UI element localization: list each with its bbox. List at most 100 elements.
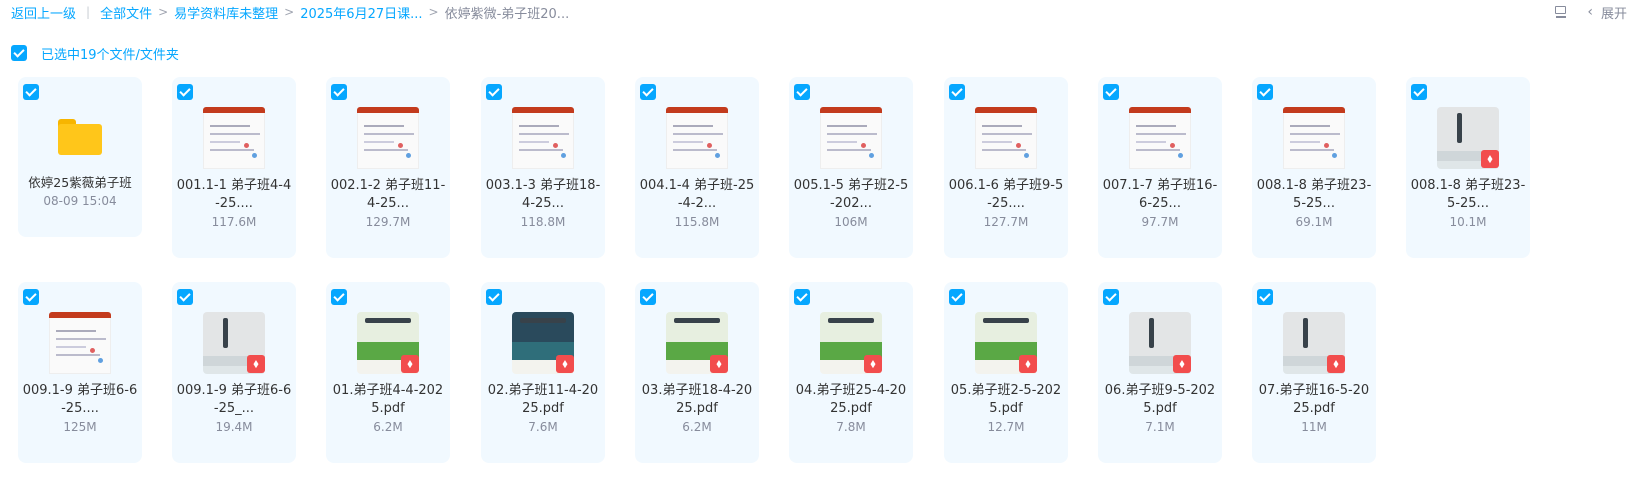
file-card[interactable]: 005.1-5 弟子班2-5-202... 106M [789,77,913,258]
file-card[interactable]: 002.1-2 弟子班11-4-25... 129.7M [326,77,450,258]
file-checkbox[interactable] [486,289,502,305]
file-name: 04.弟子班25-4-2025.pdf [795,383,907,416]
file-card[interactable]: ⬧ 02.弟子班11-4-2025.pdf 7.6M [481,282,605,463]
ppt-thumbnail [1129,107,1191,169]
file-checkbox[interactable] [23,289,39,305]
ppt-thumbnail [512,107,574,169]
select-all-checkbox[interactable] [11,45,27,61]
selection-count: 已选中19个文件/文件夹 [41,47,179,63]
file-name: 07.弟子班16-5-2025.pdf [1258,383,1370,416]
ppt-thumbnail [49,312,111,374]
file-checkbox[interactable] [1257,84,1273,100]
breadcrumb-separator: > [428,5,439,19]
file-checkbox[interactable] [949,84,965,100]
file-checkbox[interactable] [1257,289,1273,305]
screen-view-icon[interactable] [1553,4,1569,20]
folder-card[interactable]: 依婷25紫薇弟子班 08-09 15:04 [18,77,142,237]
pdf-badge-icon: ⬧ [1327,355,1345,373]
file-size: 7.6M [528,420,558,434]
folder-date: 08-09 15:04 [43,194,117,208]
file-checkbox[interactable] [1103,84,1119,100]
file-size: 19.4M [215,420,253,434]
file-size: 11M [1301,420,1327,434]
file-card[interactable]: ⬧ 04.弟子班25-4-2025.pdf 7.8M [789,282,913,463]
file-name: 02.弟子班11-4-2025.pdf [487,383,599,416]
file-checkbox[interactable] [794,84,810,100]
file-name: 004.1-4 弟子班-25-4-2... [639,178,755,211]
file-name: 009.1-9 弟子班6-6-25.... [22,383,138,416]
view-controls: ‹ 展开 [1553,3,1627,22]
file-checkbox[interactable] [1103,289,1119,305]
file-card[interactable]: 001.1-1 弟子班4-4-25.... 117.6M [172,77,296,258]
selection-bar: 已选中19个文件/文件夹 [11,44,179,63]
file-checkbox[interactable] [640,84,656,100]
file-name: 01.弟子班4-4-2025.pdf [332,383,444,416]
chevron-left-icon[interactable]: ‹ [1587,4,1593,20]
file-name: 007.1-7 弟子班16-6-25... [1102,178,1218,211]
file-card[interactable]: 007.1-7 弟子班16-6-25... 97.7M [1098,77,1222,258]
ppt-thumbnail [1283,107,1345,169]
file-card[interactable]: ⬧ 01.弟子班4-4-2025.pdf 6.2M [326,282,450,463]
file-card[interactable]: 009.1-9 弟子班6-6-25.... 125M [18,282,142,463]
breadcrumb-separator: > [284,5,295,19]
file-checkbox[interactable] [640,289,656,305]
pdf-badge-icon: ⬧ [1481,150,1499,168]
file-card[interactable]: 003.1-3 弟子班18-4-25... 118.8M [481,77,605,258]
file-size: 129.7M [365,215,411,229]
file-size: 7.1M [1145,420,1175,434]
ppt-thumbnail [666,107,728,169]
breadcrumb-item-current: 依婷紫微-弟子班20... [444,6,570,22]
pdf-badge-icon: ⬧ [1019,355,1037,373]
expand-button[interactable]: 展开 [1601,3,1627,22]
file-card[interactable]: ⬧ 05.弟子班2-5-2025.pdf 12.7M [944,282,1068,463]
file-checkbox[interactable] [23,84,39,100]
file-size: 97.7M [1141,215,1179,229]
breadcrumb-divider: | [86,5,91,19]
pdf-badge-icon: ⬧ [401,355,419,373]
file-card[interactable]: ⬧ 07.弟子班16-5-2025.pdf 11M [1252,282,1376,463]
file-size: 10.1M [1449,215,1487,229]
breadcrumb-item-library[interactable]: 易学资料库未整理 [174,3,278,22]
pdf-badge-icon: ⬧ [556,355,574,373]
breadcrumb-item-all-files[interactable]: 全部文件 [100,3,152,22]
file-name: 03.弟子班18-4-2025.pdf [641,383,753,416]
breadcrumb: 返回上一级 | 全部文件 > 易学资料库未整理 > 2025年6月27日课...… [11,3,570,22]
file-card[interactable]: 006.1-6 弟子班9-5-25.... 127.7M [944,77,1068,258]
file-name: 依婷25紫薇弟子班 [28,175,132,190]
pdf-badge-icon: ⬧ [1173,355,1191,373]
file-checkbox[interactable] [177,84,193,100]
file-name: 003.1-3 弟子班18-4-25... [485,178,601,211]
file-card[interactable]: ⬧ 009.1-9 弟子班6-6-25_... 19.4M [172,282,296,463]
file-checkbox[interactable] [949,289,965,305]
file-name: 006.1-6 弟子班9-5-25.... [948,178,1064,211]
back-link[interactable]: 返回上一级 [11,3,76,22]
file-checkbox[interactable] [177,289,193,305]
file-checkbox[interactable] [794,289,810,305]
file-name: 005.1-5 弟子班2-5-202... [793,178,909,211]
pdf-badge-icon: ⬧ [710,355,728,373]
file-name: 001.1-1 弟子班4-4-25.... [176,178,292,211]
file-size: 69.1M [1295,215,1333,229]
file-size: 12.7M [987,420,1025,434]
file-name: 06.弟子班9-5-2025.pdf [1104,383,1216,416]
file-checkbox[interactable] [331,84,347,100]
file-checkbox[interactable] [331,289,347,305]
ppt-thumbnail [357,107,419,169]
file-name: 009.1-9 弟子班6-6-25_... [176,383,292,416]
file-card[interactable]: ⬧ 03.弟子班18-4-2025.pdf 6.2M [635,282,759,463]
file-size: 7.8M [836,420,866,434]
pdf-badge-icon: ⬧ [247,355,265,373]
file-card[interactable]: ⬧ 008.1-8 弟子班23-5-25... 10.1M [1406,77,1530,258]
file-card[interactable]: 008.1-8 弟子班23-5-25... 69.1M [1252,77,1376,258]
file-card[interactable]: 004.1-4 弟子班-25-4-2... 115.8M [635,77,759,258]
file-size: 125M [63,420,97,434]
file-name: 008.1-8 弟子班23-5-25... [1256,178,1372,211]
ppt-thumbnail [203,107,265,169]
file-checkbox[interactable] [1411,84,1427,100]
breadcrumb-item-course[interactable]: 2025年6月27日课... [300,3,422,22]
file-card[interactable]: ⬧ 06.弟子班9-5-2025.pdf 7.1M [1098,282,1222,463]
file-checkbox[interactable] [486,84,502,100]
top-bar: 返回上一级 | 全部文件 > 易学资料库未整理 > 2025年6月27日课...… [0,0,1627,24]
ppt-thumbnail [820,107,882,169]
pdf-badge-icon: ⬧ [864,355,882,373]
